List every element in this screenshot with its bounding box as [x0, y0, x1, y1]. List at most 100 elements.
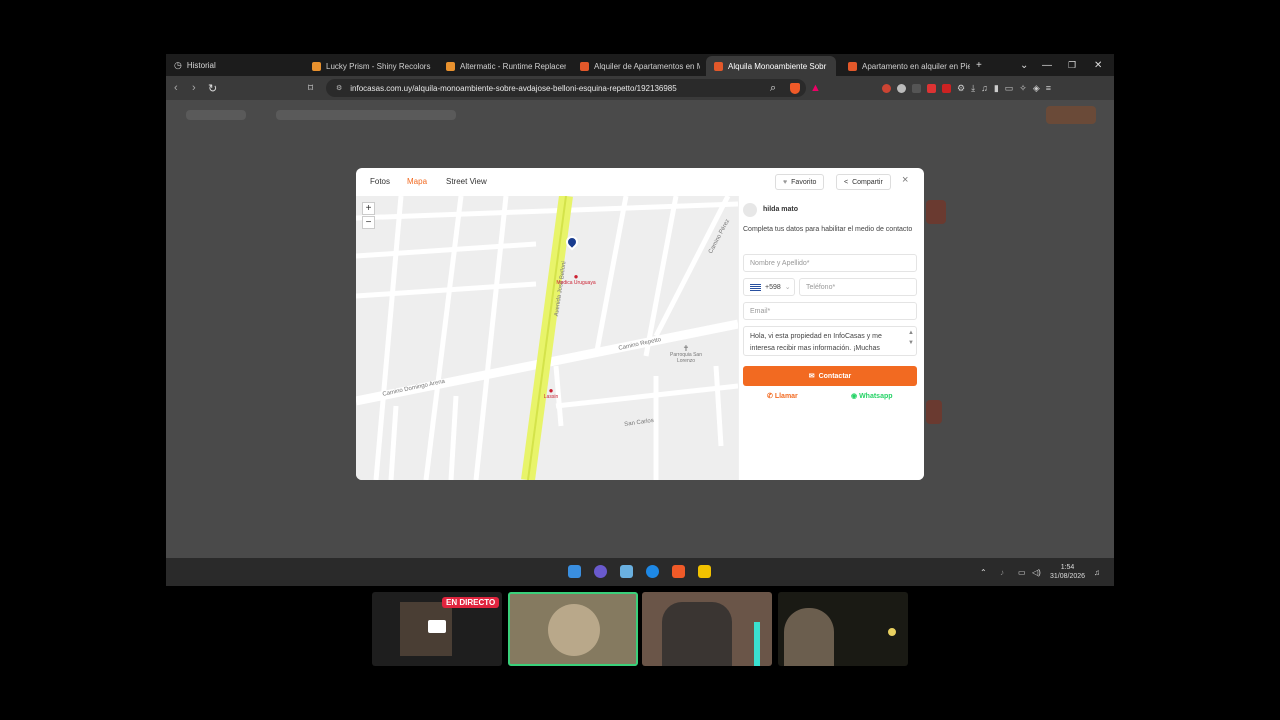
- tab-alquila-monoambiente[interactable]: Alquila Monoambiente Sobr ✕: [706, 56, 836, 76]
- name-placeholder: Nombre y Apellido*: [750, 259, 810, 267]
- map-streets-svg: [356, 196, 738, 480]
- modal-close-icon[interactable]: ×: [902, 174, 908, 186]
- microphone-icon[interactable]: ♪: [1000, 558, 1004, 586]
- property-modal: Fotos Mapa Street View ♥ Favorito < Comp…: [356, 168, 924, 480]
- map-view[interactable]: + − Avenida José Belloni Camino Repetto …: [356, 196, 738, 480]
- poi-medica-uruguaya[interactable]: ● Medica Uruguaya: [556, 273, 596, 287]
- whatsapp-icon: ◉: [851, 393, 858, 400]
- agent-name: hilda mato: [763, 206, 799, 213]
- app-icon[interactable]: [620, 565, 633, 578]
- contact-panel: hilda mato Completa tus datos para habil…: [738, 196, 924, 480]
- tab-lucky-prism[interactable]: Lucky Prism - Shiny Recolors for: [304, 56, 432, 76]
- name-field[interactable]: Nombre y Apellido*: [743, 254, 917, 272]
- heart-icon: ♥: [783, 178, 788, 186]
- volume-icon[interactable]: ◁): [1032, 558, 1041, 586]
- reload-icon[interactable]: ↻: [208, 76, 217, 100]
- extension-icon[interactable]: [897, 83, 906, 93]
- discord-icon[interactable]: [594, 565, 607, 578]
- participant-avatar: [548, 604, 600, 656]
- poi-label: Medica Uruguaya: [556, 280, 596, 286]
- stream-thumbnail-webcam-1[interactable]: [642, 592, 772, 666]
- whatsapp-button[interactable]: ◉ Whatsapp: [851, 392, 893, 400]
- brave-shield-icon[interactable]: [790, 76, 800, 100]
- clock-time: 1:54: [1060, 564, 1075, 571]
- zoom-in-button[interactable]: +: [362, 202, 375, 215]
- bookmark-icon[interactable]: ⌑: [308, 76, 313, 100]
- share-button[interactable]: < Compartir: [836, 174, 891, 190]
- zoom-search-icon[interactable]: ⌕: [770, 76, 776, 100]
- tab-favicon-icon: [446, 61, 455, 71]
- scroll-arrows-icon[interactable]: ▲ ▼: [908, 328, 914, 348]
- back-arrow-icon[interactable]: ‹: [174, 76, 178, 100]
- leo-icon[interactable]: ✧: [1019, 83, 1027, 94]
- history-button[interactable]: ◷ Historial: [174, 54, 216, 76]
- wallet-icon[interactable]: ▭: [1005, 83, 1014, 94]
- poi-parroquia[interactable]: ✝ Parroquia San Lorenzo: [666, 345, 706, 365]
- start-menu-icon[interactable]: [568, 565, 581, 578]
- extension-icon[interactable]: [927, 83, 936, 93]
- tab-mapa[interactable]: Mapa: [407, 177, 427, 186]
- favorite-button[interactable]: ♥ Favorito: [775, 174, 825, 190]
- minimize-icon[interactable]: —: [1042, 54, 1052, 76]
- tab-title: Alquila Monoambiente Sobr: [728, 61, 827, 71]
- sidebar-icon[interactable]: ▮: [994, 83, 999, 94]
- country-code-value: +598: [765, 283, 781, 291]
- address-bar[interactable]: ⚙ infocasas.com.uy/alquila-monoambiente-…: [326, 79, 806, 97]
- tab-street-view[interactable]: Street View: [446, 177, 487, 186]
- contact-button[interactable]: ✉ Contactar: [743, 366, 917, 386]
- tab-apartamento-alquiler[interactable]: Apartamento en alquiler en Pied: [840, 56, 970, 76]
- brave-rewards-icon[interactable]: ▲: [810, 76, 821, 100]
- tab-fotos[interactable]: Fotos: [370, 177, 390, 186]
- stream-thumbnail-screen[interactable]: EN DIRECTO: [372, 592, 502, 666]
- email-placeholder: Email*: [750, 307, 771, 315]
- zoom-out-button[interactable]: −: [362, 216, 375, 229]
- history-icon: ◷: [174, 59, 182, 70]
- webcam-light: [754, 622, 760, 666]
- extension-icon[interactable]: [942, 83, 951, 93]
- tab-favicon-icon: [580, 61, 589, 71]
- extension-icon[interactable]: [882, 83, 891, 93]
- live-badge: EN DIRECTO: [442, 597, 500, 608]
- share-label: Compartir: [852, 178, 883, 186]
- email-field[interactable]: Email*: [743, 302, 917, 320]
- stream-thumbnail-avatar[interactable]: [508, 592, 638, 666]
- whatsapp-label: Whatsapp: [859, 393, 893, 400]
- window-close-icon[interactable]: ✕: [1094, 54, 1102, 76]
- webcam-light: [888, 628, 896, 636]
- menu-icon[interactable]: ≡: [1046, 83, 1051, 93]
- site-info-icon[interactable]: ⚙: [336, 84, 342, 92]
- poi-lassin[interactable]: ● Lassin: [536, 387, 566, 401]
- tab-alquiler-apartamentos[interactable]: Alquiler de Apartamentos en Mo: [572, 56, 700, 76]
- music-icon[interactable]: ♫: [981, 83, 988, 93]
- puzzle-icon[interactable]: ⚙: [957, 83, 965, 94]
- forward-arrow-icon[interactable]: ›: [192, 76, 196, 100]
- webcam-feed: [784, 608, 834, 666]
- message-textarea[interactable]: Hola, vi esta propiedad en InfoCasas y m…: [743, 326, 917, 356]
- stream-thumbnail-webcam-2[interactable]: [778, 592, 908, 666]
- notification-bell-icon[interactable]: ♫: [1094, 558, 1100, 586]
- browser-toolbar: ‹ › ↻ ⌑ ⚙ infocasas.com.uy/alquila-monoa…: [166, 76, 1114, 100]
- tab-favicon-icon: [848, 61, 857, 71]
- tray-chevron-icon[interactable]: ⌃: [980, 558, 987, 586]
- phone-field[interactable]: Teléfono*: [799, 278, 917, 296]
- file-explorer-icon[interactable]: [698, 565, 711, 578]
- share-icon: <: [844, 178, 849, 186]
- vpn-icon[interactable]: ◈: [1033, 83, 1040, 94]
- tab-altermatic[interactable]: Altermatic - Runtime Replacer F: [438, 56, 566, 76]
- country-code-select[interactable]: +598 ⌄: [743, 278, 795, 296]
- chevron-down-icon: ⌄: [784, 284, 791, 291]
- display-icon[interactable]: ▭: [1018, 558, 1026, 586]
- maximize-icon[interactable]: ❐: [1068, 54, 1076, 76]
- download-icon[interactable]: ⤓: [971, 83, 975, 94]
- tab-title: Apartamento en alquiler en Pied: [862, 61, 970, 71]
- brave-icon[interactable]: [672, 565, 685, 578]
- chrome-icon[interactable]: [646, 565, 659, 578]
- call-button[interactable]: ✆ Llamar: [767, 392, 798, 400]
- extension-icon[interactable]: [912, 83, 921, 93]
- contact-intro: Completa tus datos para habilitar el med…: [743, 226, 913, 233]
- phone-placeholder: Teléfono*: [806, 283, 836, 291]
- new-tab-button[interactable]: +: [976, 54, 982, 76]
- tab-favicon-icon: [714, 61, 723, 71]
- clock[interactable]: 1:54 31/08/2026: [1050, 558, 1085, 586]
- tab-list-chevron-icon[interactable]: ⌄: [1020, 54, 1028, 76]
